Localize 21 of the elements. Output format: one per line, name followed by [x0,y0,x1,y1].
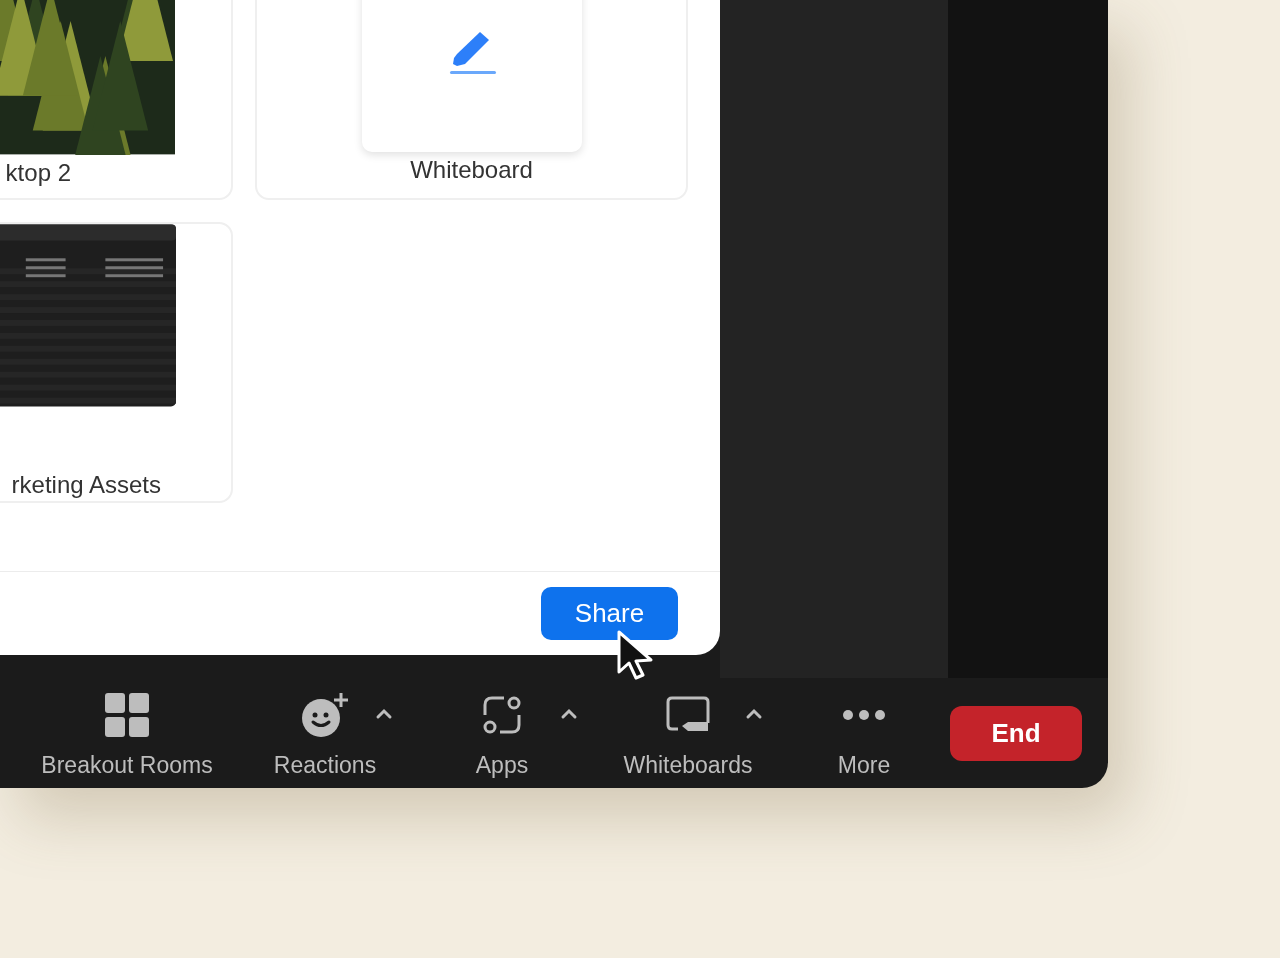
whiteboard-icon [666,696,710,734]
apps-icon [482,695,522,735]
share-option-card[interactable]: Whiteboard [255,0,688,200]
grid-icon [105,693,149,737]
card-label: Whiteboard [409,155,534,185]
more-icon [842,709,886,721]
toolbar-button[interactable]: More [819,690,909,783]
toolbar-button[interactable]: Breakout Rooms [17,690,237,783]
share-option-card[interactable]: rketing Assets [0,222,233,503]
caret-icon[interactable] [560,708,578,720]
end-button[interactable]: End [950,706,1082,761]
card-label: rketing Assets [10,470,162,500]
share-button[interactable]: Share [541,587,678,640]
smiley-plus-icon [301,692,349,738]
card-label: ktop 2 [4,158,72,188]
caret-icon[interactable] [375,708,393,720]
toolbar-button[interactable]: Apps [452,690,552,783]
toolbar-button[interactable]: Whiteboards [603,690,773,783]
caret-icon[interactable] [745,708,763,720]
toolbar-button[interactable]: Reactions [255,690,395,783]
share-option-card[interactable]: ktop 2 [0,0,233,200]
